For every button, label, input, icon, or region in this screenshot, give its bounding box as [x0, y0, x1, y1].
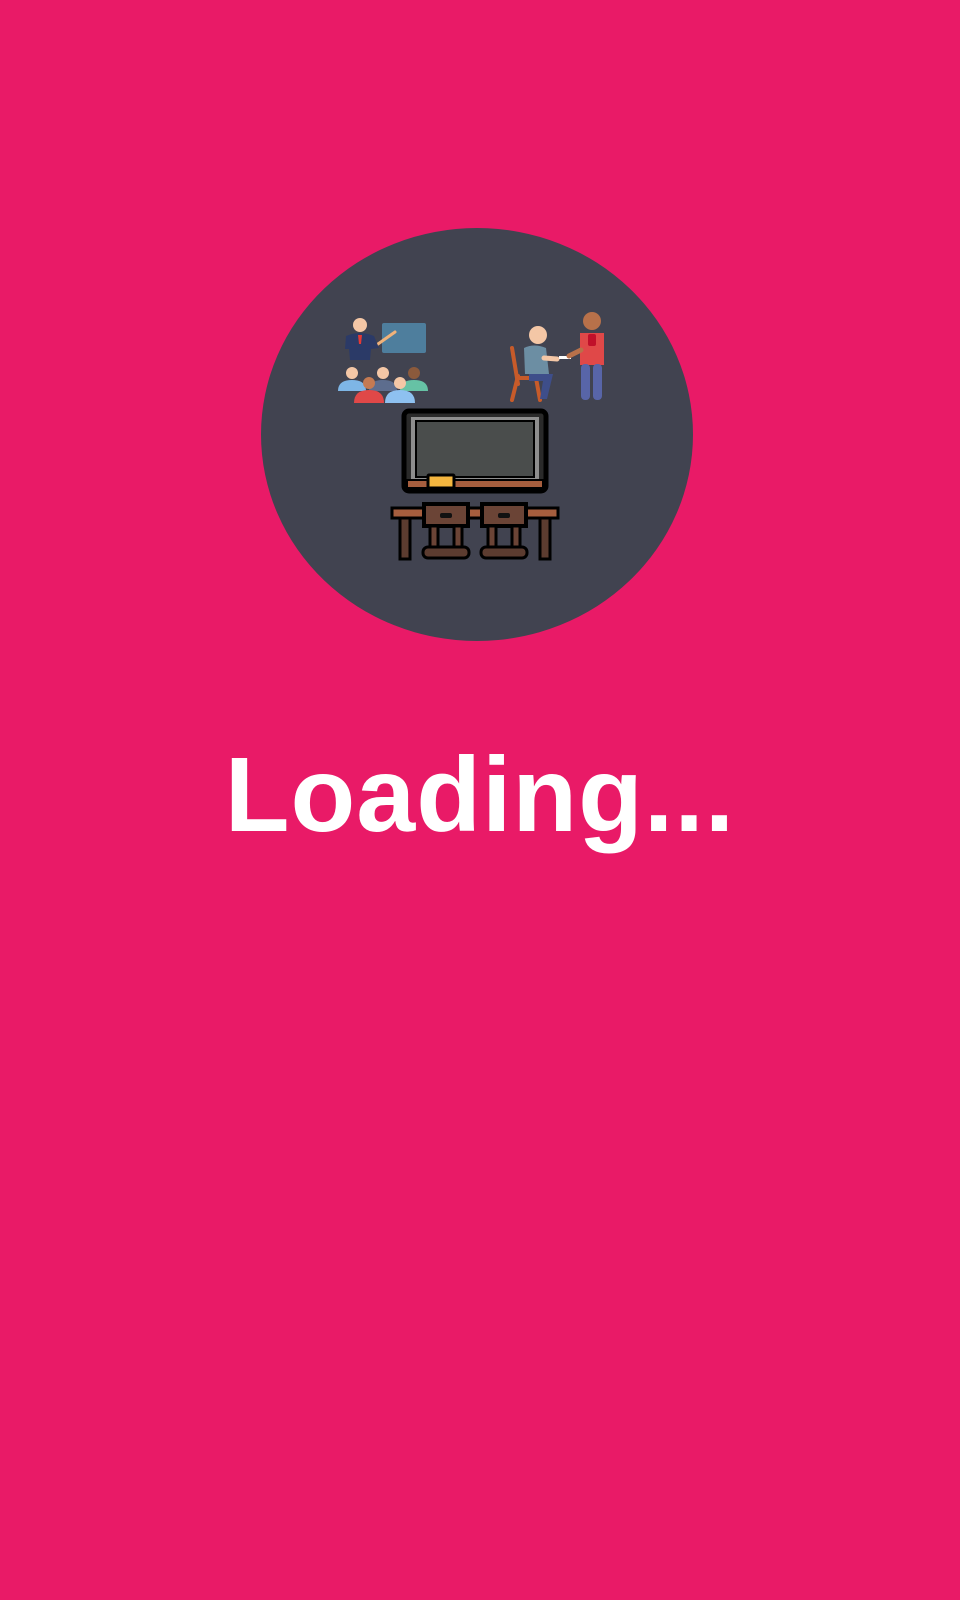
teacher-presenting-icon [338, 318, 428, 403]
loading-label: Loading... [224, 736, 736, 854]
chalkboard-desk-icon [390, 408, 560, 561]
app-logo [261, 228, 693, 641]
tutor-and-student-icon [510, 312, 604, 402]
